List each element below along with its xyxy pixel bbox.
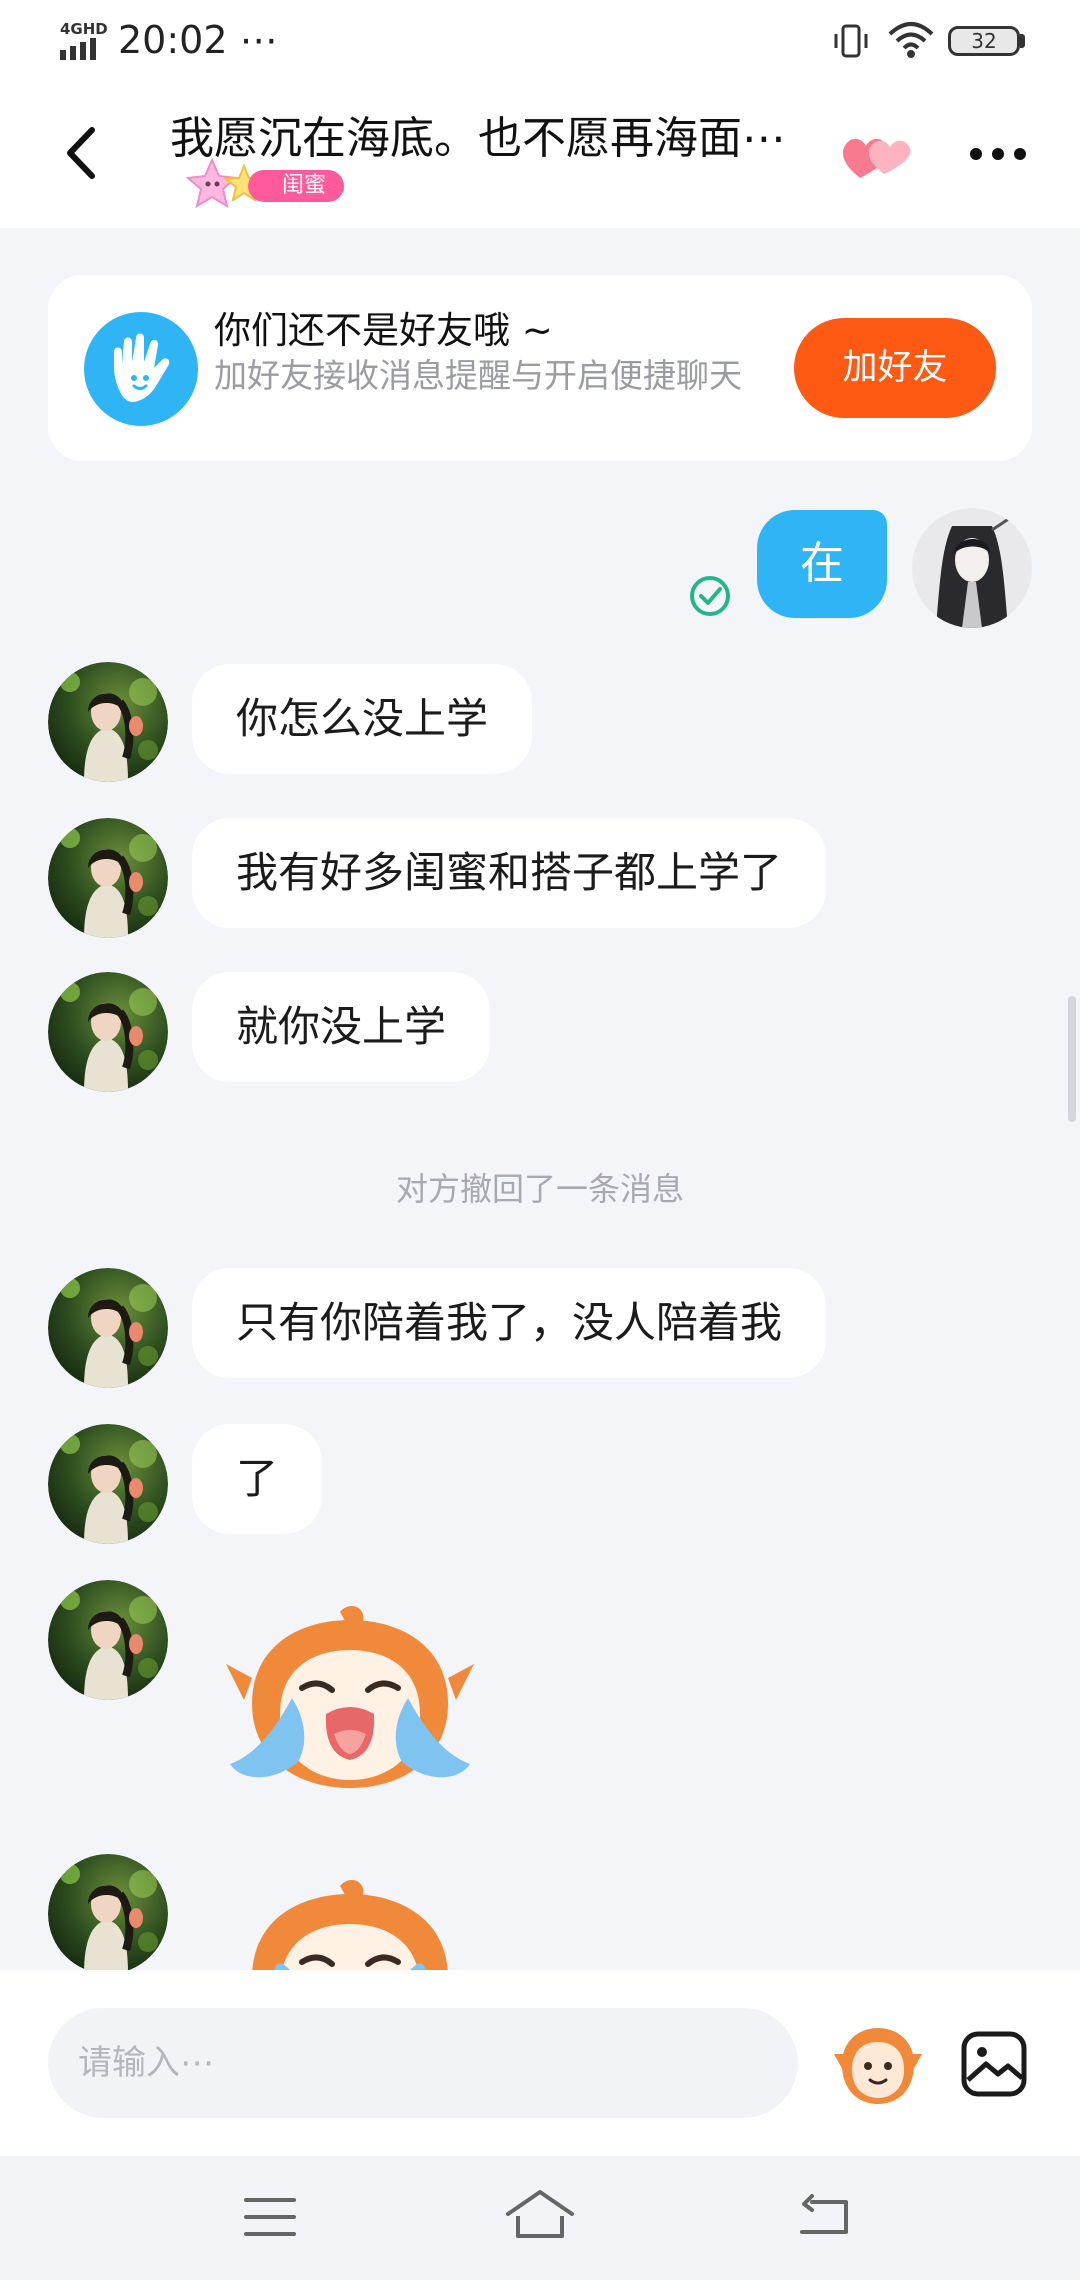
incoming-bubble[interactable]: 就你没上学: [192, 972, 491, 1082]
network-label: 4GHD: [60, 20, 108, 38]
more-dots-icon[interactable]: [968, 144, 1028, 164]
contact-avatar[interactable]: [48, 1424, 168, 1544]
banner-subtitle: 加好友接收消息提醒与开启便捷聊天: [214, 356, 742, 395]
incoming-bubble[interactable]: 我有好多闺蜜和搭子都上学了: [192, 818, 827, 928]
incoming-bubble[interactable]: 你怎么没上学: [192, 664, 533, 774]
contact-avatar[interactable]: [48, 1854, 168, 1974]
contact-avatar[interactable]: [48, 662, 168, 782]
wave-hand-icon: [84, 312, 198, 426]
contact-avatar[interactable]: [48, 1580, 168, 1700]
back-nav-icon[interactable]: [796, 2194, 852, 2238]
my-avatar[interactable]: [912, 508, 1032, 628]
incoming-bubble[interactable]: 只有你陪着我了，没人陪着我: [192, 1268, 827, 1378]
incoming-bubble[interactable]: 了: [192, 1424, 323, 1534]
contact-avatar[interactable]: [48, 1268, 168, 1388]
battery-level: 32: [948, 26, 1020, 56]
crying-sticker[interactable]: [222, 1604, 478, 1800]
hearts-icon[interactable]: [838, 128, 914, 184]
signal-icon: [60, 38, 96, 60]
contact-avatar[interactable]: [48, 818, 168, 938]
status-time: 20:02 ⋯: [118, 18, 278, 62]
contact-avatar[interactable]: [48, 972, 168, 1092]
crying-sticker[interactable]: [222, 1878, 478, 1970]
outgoing-bubble[interactable]: 在: [757, 510, 887, 618]
battery-tip: [1020, 34, 1025, 48]
sticker-face-icon[interactable]: [832, 2024, 924, 2108]
home-icon[interactable]: [504, 2188, 576, 2240]
relationship-tag: 闺蜜: [248, 170, 345, 202]
message-input[interactable]: [48, 2008, 798, 2118]
scrollbar[interactable]: [1068, 996, 1076, 1122]
wifi-icon: [888, 22, 934, 58]
recall-notice: 对方撤回了一条消息: [395, 1170, 684, 1208]
image-icon[interactable]: [960, 2030, 1028, 2098]
back-arrow-icon[interactable]: [58, 124, 104, 182]
banner-title: 你们还不是好友哦 ~: [214, 309, 553, 352]
add-friend-button[interactable]: 加好友: [794, 318, 996, 418]
read-check-icon: [690, 576, 730, 616]
vibrate-icon: [834, 24, 868, 58]
menu-lines-icon[interactable]: [244, 2196, 296, 2238]
